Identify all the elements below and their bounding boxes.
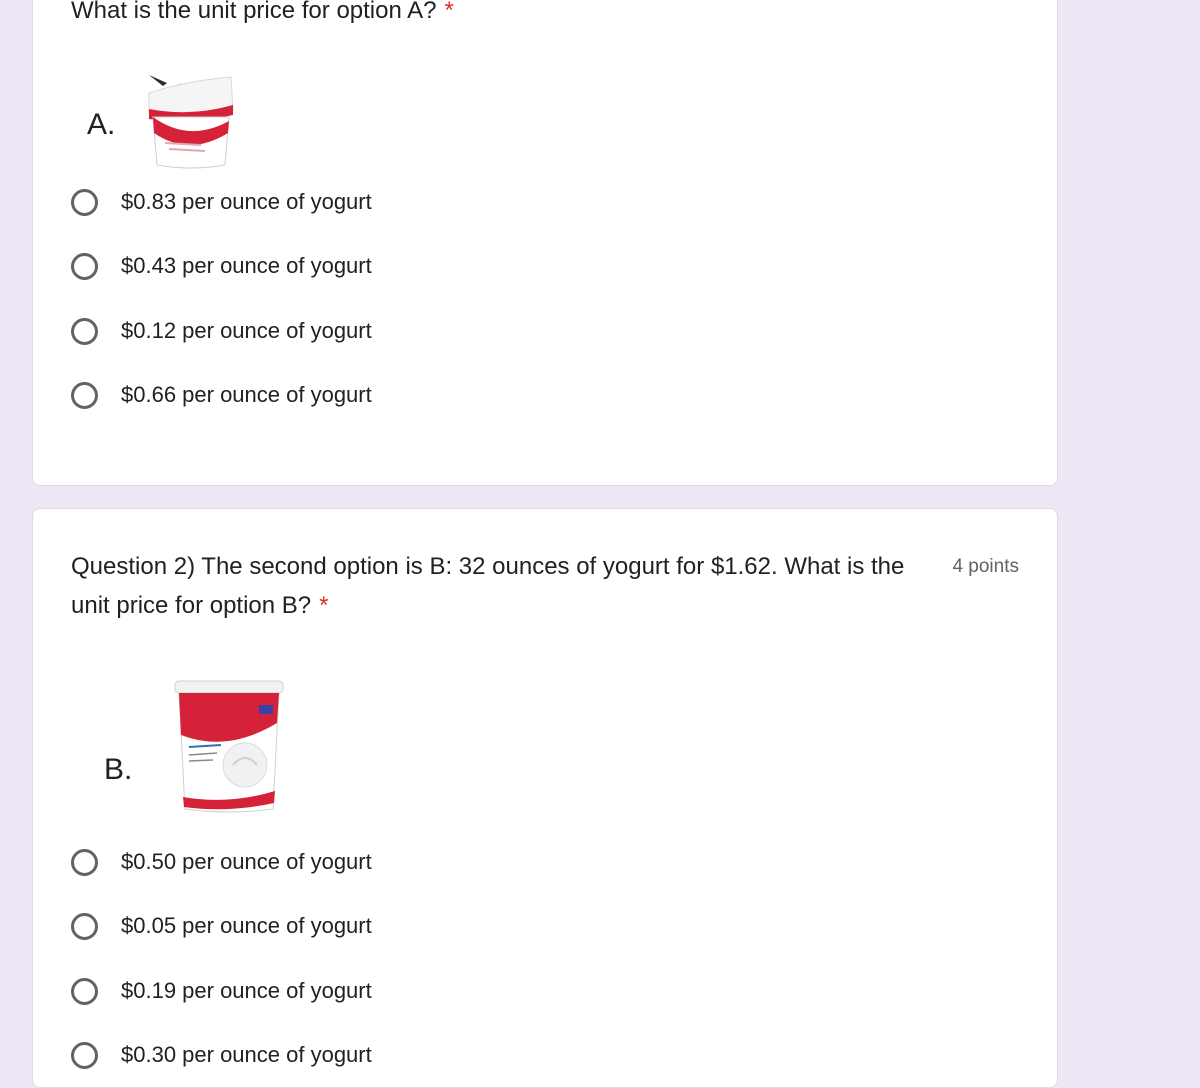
radio-button[interactable] [71, 252, 98, 280]
yogurt-tub-icon [174, 680, 284, 813]
image-label-b: B. [104, 753, 133, 786]
option-row[interactable]: $0.83 per ounce of yogurt [71, 182, 372, 222]
question-card-2: Question 2) The second option is B: 32 o… [32, 508, 1058, 1088]
question-card-1: What is the unit price for option A? * A.… [32, 0, 1058, 486]
option-label: $0.19 per ounce of yogurt [121, 978, 372, 1003]
radio-button[interactable] [71, 977, 98, 1005]
radio-button[interactable] [71, 912, 98, 940]
image-label-a: A. [87, 108, 116, 141]
radio-button[interactable] [71, 848, 98, 876]
points-label: 4 points [952, 556, 1019, 577]
yogurt-cup-icon [148, 75, 234, 169]
radio-button[interactable] [71, 317, 98, 345]
question-title: What is the unit price for option A? * [71, 0, 454, 30]
option-label: $0.05 per ounce of yogurt [121, 913, 372, 938]
required-marker: * [319, 592, 329, 619]
option-row[interactable]: $0.19 per ounce of yogurt [71, 971, 372, 1011]
question-title-text: Question 2) The second option is B: 32 o… [71, 553, 905, 619]
option-label: $0.50 per ounce of yogurt [121, 849, 372, 874]
option-row[interactable]: $0.43 per ounce of yogurt [71, 246, 372, 286]
option-row[interactable]: $0.12 per ounce of yogurt [71, 311, 372, 351]
option-row[interactable]: $0.50 per ounce of yogurt [71, 842, 372, 882]
option-label: $0.12 per ounce of yogurt [121, 318, 372, 343]
option-label: $0.83 per ounce of yogurt [121, 189, 372, 214]
required-marker: * [444, 0, 454, 24]
question-title-text: What is the unit price for option A? [71, 0, 437, 24]
radio-button[interactable] [71, 1041, 98, 1069]
option-row[interactable]: $0.05 per ounce of yogurt [71, 906, 372, 946]
option-row[interactable]: $0.66 per ounce of yogurt [71, 375, 372, 415]
option-row[interactable]: $0.30 per ounce of yogurt [71, 1035, 372, 1075]
radio-button[interactable] [71, 381, 98, 409]
question-title: Question 2) The second option is B: 32 o… [71, 547, 933, 625]
option-label: $0.66 per ounce of yogurt [121, 382, 372, 407]
radio-button[interactable] [71, 188, 98, 216]
option-label: $0.43 per ounce of yogurt [121, 253, 372, 278]
option-label: $0.30 per ounce of yogurt [121, 1042, 372, 1067]
